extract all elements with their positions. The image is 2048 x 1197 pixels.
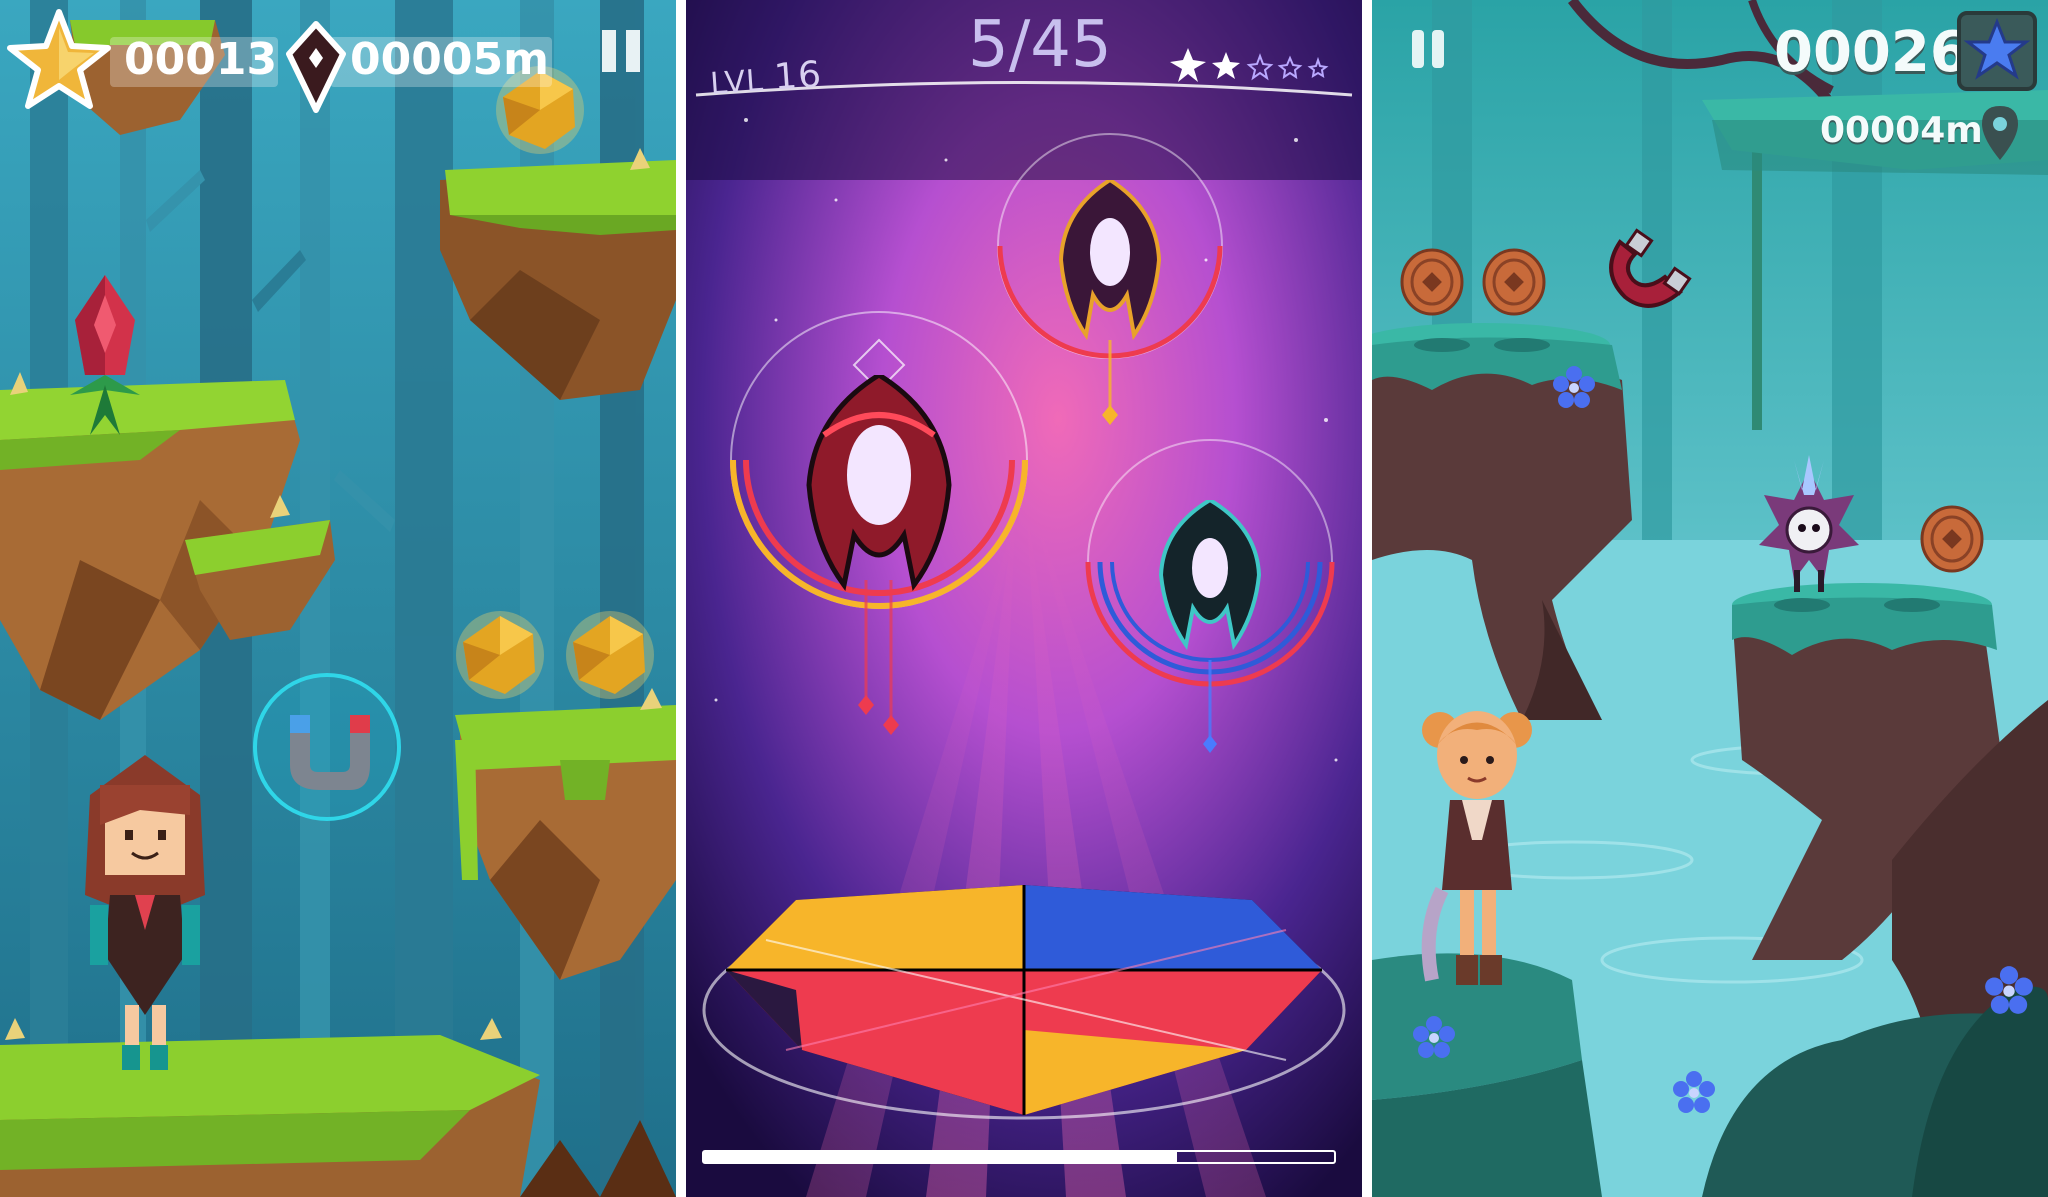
game-panel-space: LVL 16 5/45 <box>686 0 1362 1197</box>
magnet-icon <box>1609 228 1692 308</box>
blue-flower-icon <box>1413 1016 1455 1058</box>
progress-bar-fill <box>704 1152 1177 1162</box>
blue-flower-icon <box>1372 125 1416 175</box>
game-panel-forest: 00013 00005m <box>0 0 676 1197</box>
spark-star-icon <box>1246 53 1274 81</box>
gem-marker-icon <box>286 21 346 113</box>
spark-star-icon <box>1170 48 1206 82</box>
blue-flower-badge-icon <box>1957 11 2037 91</box>
alien-ship-icon <box>1059 180 1161 340</box>
blue-flower-icon <box>1985 966 2033 1014</box>
thorn-flower-icon <box>70 275 140 435</box>
player-character <box>85 755 205 1070</box>
blue-flower-icon <box>1673 1071 1715 1113</box>
magnet-icon <box>253 673 401 821</box>
level-number: 16 <box>772 54 824 99</box>
star-count: 00013 <box>124 34 278 85</box>
fluffy-creature-icon <box>1759 455 1859 592</box>
level-prefix: LVL <box>709 63 766 102</box>
map-pin-icon <box>1982 106 2018 160</box>
star-rating <box>1170 48 1329 82</box>
bronze-coin-icon <box>1400 248 1464 316</box>
coin-icon <box>456 611 544 699</box>
bronze-coin-icon <box>1920 505 1984 573</box>
coin-icon <box>566 611 654 699</box>
game-panel-swamp: 00026 00004m <box>1372 0 2048 1197</box>
spark-star-icon <box>1277 55 1303 80</box>
spark-star-icon <box>1212 52 1240 79</box>
pause-icon[interactable] <box>1410 28 1446 70</box>
level-indicator: LVL 16 <box>709 54 824 103</box>
pause-icon[interactable] <box>600 28 642 74</box>
distance-count: 00005m <box>350 34 549 85</box>
wave-progress: 5/45 <box>968 8 1112 82</box>
progress-bar <box>702 1150 1336 1164</box>
score-count: 00026 <box>1774 20 1969 85</box>
alien-ship-icon <box>806 375 952 591</box>
heroine-icon <box>1421 711 1532 985</box>
alien-ship-icon <box>1159 500 1261 650</box>
spark-star-icon <box>1307 56 1329 78</box>
bronze-coin-icon <box>1482 248 1546 316</box>
blue-flower-icon <box>1553 366 1595 408</box>
distance-count: 00004m <box>1820 110 1983 151</box>
star-icon <box>7 9 111 109</box>
swamp-scene <box>1372 0 2048 1197</box>
